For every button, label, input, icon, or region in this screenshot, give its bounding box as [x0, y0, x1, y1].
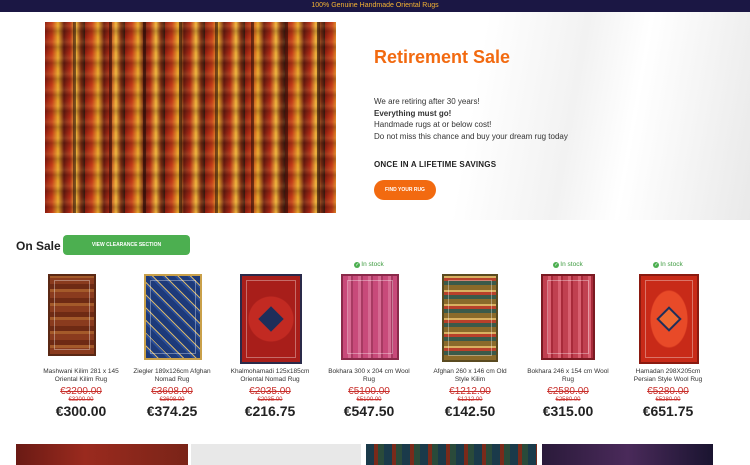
check-icon: ✓: [653, 262, 660, 268]
hero-rugs-image: [45, 22, 336, 213]
sale-price: €216.75: [244, 403, 296, 419]
product-card[interactable]: ✓ In stock Bokhara 246 x 154 cm Wool Rug …: [524, 258, 612, 428]
hero-banner: Retirement Sale We are retiring after 30…: [0, 12, 750, 220]
original-price: €1212.00: [449, 386, 491, 397]
product-image[interactable]: [341, 274, 399, 360]
announcement-bar: 100% Genuine Handmade Oriental Rugs: [0, 0, 750, 12]
hero-line: We are retiring after 30 years!: [374, 97, 480, 106]
category-tile-2[interactable]: [191, 444, 361, 465]
stock-status: [426, 261, 514, 271]
original-price: €5280.00: [647, 386, 689, 397]
on-sale-heading: On Sale: [16, 239, 61, 253]
product-name[interactable]: Hamadan 298X205cm Persian Style Wool Rug: [624, 368, 712, 384]
category-tile-4[interactable]: [542, 444, 713, 465]
product-image[interactable]: [639, 274, 699, 364]
original-price: €5100.00: [348, 386, 390, 397]
product-card[interactable]: Mashwani Kilim 281 x 145 Oriental Kilim …: [37, 258, 125, 428]
product-name[interactable]: Afghan 260 x 146 cm Old Style Kilim: [426, 368, 514, 384]
stock-label: In stock: [560, 261, 583, 268]
stock-label: In stock: [361, 261, 384, 268]
product-name[interactable]: Mashwani Kilim 281 x 145 Oriental Kilim …: [37, 368, 125, 384]
stock-label: In stock: [660, 261, 683, 268]
sale-price: €374.25: [146, 403, 198, 419]
find-your-rug-button[interactable]: FIND YOUR RUG: [374, 180, 436, 200]
stock-status: [37, 261, 125, 271]
category-tile-1[interactable]: [16, 444, 188, 465]
check-icon: ✓: [354, 262, 361, 268]
hero-description: We are retiring after 30 years! Everythi…: [374, 96, 568, 142]
sale-price: €142.50: [444, 403, 496, 419]
original-price: €2035.00: [249, 386, 291, 397]
product-image[interactable]: [144, 274, 202, 360]
stock-status: ✓ In stock: [325, 261, 413, 271]
original-price: €3200.00: [60, 386, 102, 397]
hero-line: Handmade rugs at or below cost!: [374, 120, 492, 129]
product-card[interactable]: Afghan 260 x 146 cm Old Style Kilim €121…: [426, 258, 514, 428]
product-image[interactable]: [48, 274, 96, 356]
product-name[interactable]: Khalmohamadi 125x185cm Oriental Nomad Ru…: [226, 368, 314, 384]
product-card[interactable]: Ziegler 189x126cm Afghan Nomad Rug €3608…: [128, 258, 216, 428]
product-name[interactable]: Bokhara 300 x 204 cm Wool Rug: [325, 368, 413, 384]
hero-line-bold: Everything must go!: [374, 108, 452, 118]
stock-status: [128, 261, 216, 271]
product-carousel: Mashwani Kilim 281 x 145 Oriental Kilim …: [0, 258, 750, 428]
hero-strapline: ONCE IN A LIFETIME SAVINGS: [374, 160, 497, 169]
sale-price: €651.75: [642, 403, 694, 419]
stock-status: [226, 261, 314, 271]
hero-title: Retirement Sale: [374, 47, 511, 67]
announcement-text: 100% Genuine Handmade Oriental Rugs: [311, 2, 439, 9]
product-card[interactable]: ✓ In stock Bokhara 300 x 204 cm Wool Rug …: [325, 258, 413, 428]
product-card[interactable]: ✓ In stock Hamadan 298X205cm Persian Styl…: [624, 258, 712, 428]
product-card[interactable]: Khalmohamadi 125x185cm Oriental Nomad Ru…: [226, 258, 314, 428]
view-clearance-button[interactable]: VIEW CLEARANCE SECTION: [63, 235, 190, 255]
stock-status: ✓ In stock: [624, 261, 712, 271]
hero-line: Do not miss this chance and buy your dre…: [374, 131, 568, 141]
product-name[interactable]: Bokhara 246 x 154 cm Wool Rug: [524, 368, 612, 384]
category-tile-3[interactable]: [366, 444, 537, 465]
product-name[interactable]: Ziegler 189x126cm Afghan Nomad Rug: [128, 368, 216, 384]
sale-price: €547.50: [343, 403, 395, 419]
product-image[interactable]: [541, 274, 595, 360]
product-image[interactable]: [442, 274, 498, 362]
stock-status: ✓ In stock: [524, 261, 612, 271]
sale-price: €315.00: [542, 403, 594, 419]
sale-price: €300.00: [55, 403, 107, 419]
product-image[interactable]: [240, 274, 302, 364]
original-price: €2580.00: [547, 386, 589, 397]
check-icon: ✓: [553, 262, 560, 268]
original-price: €3608.00: [151, 386, 193, 397]
